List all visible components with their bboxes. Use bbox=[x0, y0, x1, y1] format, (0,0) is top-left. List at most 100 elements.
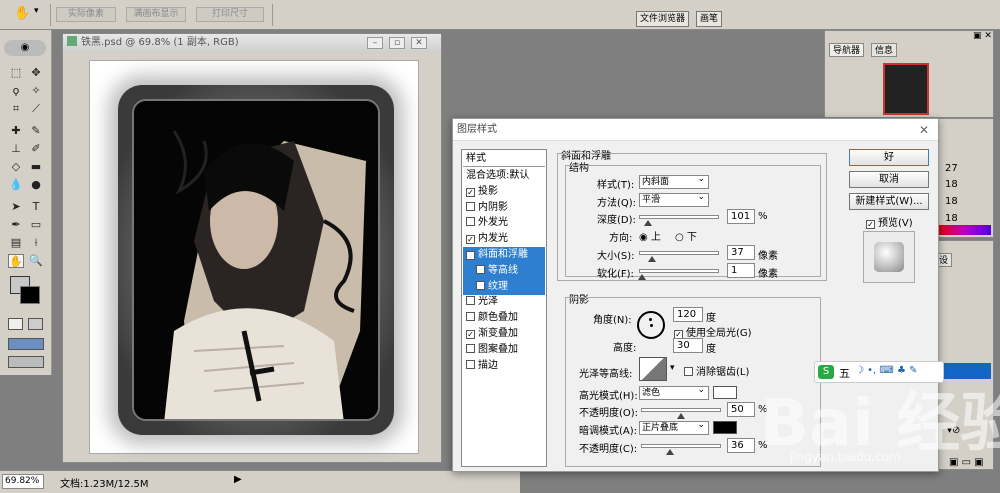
slice-tool-icon[interactable]: ⟋ bbox=[28, 102, 44, 116]
style-checkbox[interactable] bbox=[466, 201, 475, 211]
image-canvas[interactable] bbox=[89, 60, 419, 454]
style-item[interactable]: 内阴影 bbox=[463, 200, 545, 216]
highlight-color-swatch[interactable] bbox=[713, 386, 737, 399]
new-style-button[interactable]: 新建样式(W)... bbox=[849, 193, 929, 210]
zoom-level-field[interactable]: 69.82% bbox=[2, 474, 44, 489]
angle-wheel[interactable] bbox=[637, 311, 665, 339]
style-checkbox[interactable] bbox=[466, 312, 475, 322]
zoom-tool-icon[interactable]: 🔍 bbox=[28, 254, 44, 268]
fit-on-screen-button[interactable]: 满画布显示 bbox=[126, 7, 186, 22]
tab-navigator[interactable]: 导航器 bbox=[829, 43, 865, 57]
gradient-tool-icon[interactable]: ▬ bbox=[28, 160, 44, 174]
antialias-checkbox[interactable]: 消除锯齿(L) bbox=[681, 363, 749, 378]
print-size-button[interactable]: 打印尺寸 bbox=[196, 7, 264, 22]
panel-close-icon[interactable]: ▣ ✕ bbox=[973, 31, 992, 41]
angle-input[interactable]: 120 bbox=[673, 307, 703, 322]
tab-file-browser[interactable]: 文件浏览器 bbox=[636, 11, 690, 27]
style-item[interactable]: 外发光 bbox=[463, 215, 545, 231]
highlight-mode-select[interactable]: 滤色 bbox=[639, 384, 709, 400]
navigator-thumbnail[interactable] bbox=[883, 63, 929, 115]
color-ramp[interactable] bbox=[937, 225, 991, 235]
depth-slider[interactable] bbox=[639, 215, 719, 226]
shadow-mode-select[interactable]: 正片叠底 bbox=[639, 419, 709, 435]
background-color-swatch[interactable] bbox=[20, 286, 40, 304]
document-title-bar[interactable]: 铁黑.psd @ 69.8% (1 副本, RGB) – ▫ ✕ bbox=[63, 34, 441, 52]
shadow-opacity-input[interactable]: 36 bbox=[727, 438, 755, 453]
size-input[interactable]: 37 bbox=[727, 245, 755, 260]
dialog-close-icon[interactable]: ✕ bbox=[919, 119, 929, 141]
preview-checkbox[interactable]: ✓ 预览(V) bbox=[863, 214, 913, 229]
style-item[interactable]: 光泽 bbox=[463, 294, 545, 310]
style-item[interactable]: 描边 bbox=[463, 358, 545, 374]
style-checkbox[interactable] bbox=[466, 343, 475, 353]
direction-down-radio[interactable]: ○ 下 bbox=[675, 228, 697, 243]
style-item[interactable]: 纹理 bbox=[463, 278, 545, 295]
style-item[interactable]: ✓ 渐变叠加 bbox=[463, 326, 545, 342]
gloss-contour-picker[interactable] bbox=[639, 357, 667, 381]
highlight-opacity-input[interactable]: 50 bbox=[727, 402, 755, 417]
shadow-opacity-slider[interactable] bbox=[641, 444, 721, 455]
notes-tool-icon[interactable]: ▤ bbox=[8, 236, 24, 250]
style-item[interactable]: 颜色叠加 bbox=[463, 310, 545, 326]
type-tool-icon[interactable]: T bbox=[28, 200, 44, 214]
eyedropper-icon[interactable]: ⟊ bbox=[28, 236, 44, 250]
style-item[interactable]: ✓ 斜面和浮雕 bbox=[463, 247, 545, 263]
crop-tool-icon[interactable]: ⌗ bbox=[8, 102, 24, 116]
lasso-tool-icon[interactable]: ϙ bbox=[8, 84, 24, 98]
jump-to-imageready-icon[interactable] bbox=[8, 356, 44, 368]
style-item[interactable]: 等高线 bbox=[463, 262, 545, 279]
global-light-checkbox[interactable]: ✓ 使用全局光(G) bbox=[671, 324, 752, 339]
style-item[interactable]: 混合选项:默认 bbox=[463, 168, 545, 184]
style-item[interactable]: 图案叠加 bbox=[463, 342, 545, 358]
style-item[interactable]: ✓ 投影 bbox=[463, 184, 545, 200]
actual-pixels-button[interactable]: 实际像素 bbox=[56, 7, 116, 22]
screen-mode-icon[interactable] bbox=[8, 338, 44, 350]
history-brush-icon[interactable]: ✐ bbox=[28, 142, 44, 156]
highlight-opacity-slider[interactable] bbox=[641, 408, 721, 419]
brush-tool-icon[interactable]: ✎ bbox=[28, 124, 44, 138]
marquee-tool-icon[interactable]: ⬚ bbox=[8, 66, 24, 80]
dialog-title-bar[interactable]: 图层样式 ✕ bbox=[453, 119, 938, 141]
style-item[interactable]: ✓ 内发光 bbox=[463, 231, 545, 247]
healing-brush-icon[interactable]: ✚ bbox=[8, 124, 24, 138]
clone-stamp-icon[interactable]: ⊥ bbox=[8, 142, 24, 156]
cancel-button[interactable]: 取消 bbox=[849, 171, 929, 188]
technique-select[interactable]: 平滑 bbox=[639, 191, 709, 207]
style-checkbox[interactable] bbox=[466, 217, 475, 227]
style-checkbox[interactable] bbox=[476, 280, 485, 290]
blur-tool-icon[interactable]: 💧 bbox=[8, 178, 24, 192]
style-checkbox[interactable] bbox=[466, 296, 475, 306]
style-checkbox[interactable]: ✓ bbox=[466, 187, 475, 197]
style-checkbox[interactable]: ✓ bbox=[466, 251, 475, 260]
close-icon[interactable]: ✕ bbox=[411, 37, 427, 49]
size-slider[interactable] bbox=[639, 251, 719, 262]
gloss-contour-dropdown-icon[interactable]: ▾ bbox=[670, 363, 675, 373]
tool-preset-dropdown-icon[interactable]: ▾ bbox=[34, 6, 39, 16]
quick-mask-mode-icon[interactable] bbox=[28, 318, 43, 330]
shadow-color-swatch[interactable] bbox=[713, 421, 737, 434]
style-checkbox[interactable]: ✓ bbox=[466, 330, 475, 339]
styles-header[interactable]: 样式 bbox=[463, 151, 545, 167]
maximize-icon[interactable]: ▫ bbox=[389, 37, 405, 49]
standard-mode-icon[interactable] bbox=[8, 318, 23, 330]
magic-wand-icon[interactable]: ✧ bbox=[28, 84, 44, 98]
style-checkbox[interactable] bbox=[476, 264, 485, 274]
pen-tool-icon[interactable]: ✒ bbox=[8, 218, 24, 232]
direction-up-radio[interactable]: ◉ 上 bbox=[639, 228, 661, 243]
tab-brushes[interactable]: 画笔 bbox=[696, 11, 723, 27]
depth-input[interactable]: 101 bbox=[727, 209, 755, 224]
dodge-tool-icon[interactable]: ● bbox=[28, 178, 44, 192]
ok-button[interactable]: 好 bbox=[849, 149, 929, 166]
soften-slider[interactable] bbox=[637, 269, 719, 280]
hand-tool-icon[interactable]: ✋ bbox=[14, 6, 30, 21]
move-tool-icon[interactable]: ✥ bbox=[28, 66, 44, 80]
status-menu-arrow-icon[interactable]: ▶ bbox=[234, 474, 242, 485]
style-checkbox[interactable]: ✓ bbox=[466, 235, 475, 245]
shape-tool-icon[interactable]: ▭ bbox=[28, 218, 44, 232]
eraser-tool-icon[interactable]: ◇ bbox=[8, 160, 24, 174]
hand-tool-selected-icon[interactable]: ✋ bbox=[8, 254, 24, 268]
soften-input[interactable]: 1 bbox=[727, 263, 755, 278]
style-checkbox[interactable] bbox=[466, 359, 475, 369]
path-selection-icon[interactable]: ➤ bbox=[8, 200, 24, 214]
altitude-input[interactable]: 30 bbox=[673, 338, 703, 353]
